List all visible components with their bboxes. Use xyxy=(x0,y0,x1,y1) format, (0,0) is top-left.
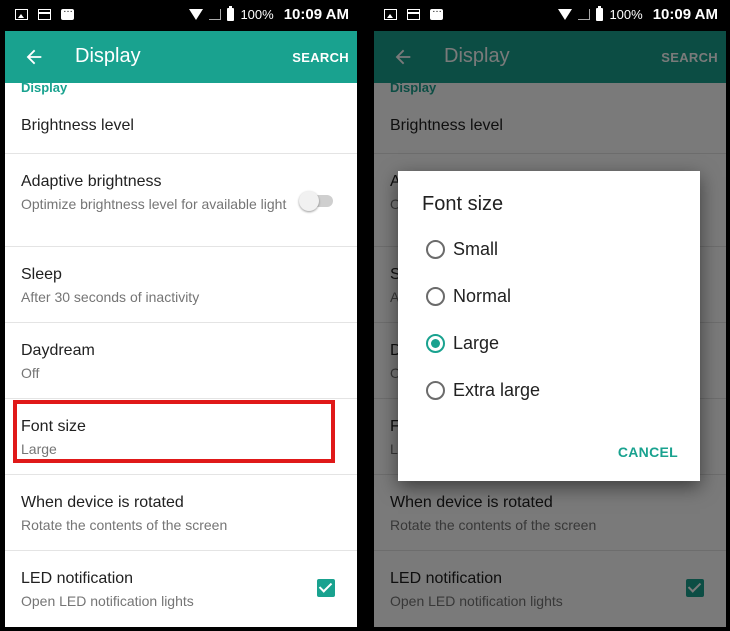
clock: 10:09 AM xyxy=(283,6,349,23)
calendar-notification-icon xyxy=(407,9,420,20)
setting-title: Daydream xyxy=(21,342,95,359)
setting-title: Adaptive brightness xyxy=(21,173,162,190)
setting-summary: Open LED notification lights xyxy=(21,593,194,609)
setting-summary: Optimize brightness level for available … xyxy=(21,196,287,212)
calendar-notification-icon xyxy=(38,9,51,20)
font-size-option-small[interactable]: Small xyxy=(426,234,498,264)
signal-icon xyxy=(209,9,222,20)
section-header: Display xyxy=(21,80,68,95)
app-bar: Display SEARCH xyxy=(5,31,357,83)
setting-summary: Rotate the contents of the screen xyxy=(21,517,228,533)
radio-button[interactable] xyxy=(426,239,445,259)
message-notification-icon xyxy=(430,4,443,20)
font-size-dialog: Font size Small Normal Large Extra large… xyxy=(398,171,700,481)
radio-button[interactable] xyxy=(426,286,445,306)
radio-button-selected[interactable] xyxy=(426,333,445,353)
option-label: Small xyxy=(453,238,499,259)
setting-summary: After 30 seconds of inactivity xyxy=(21,289,200,305)
setting-title: When device is rotated xyxy=(21,494,184,511)
font-size-option-extra-large[interactable]: Extra large xyxy=(426,375,540,405)
status-bar: 100% 10:09 AM xyxy=(5,0,357,31)
battery-percent: 100% xyxy=(240,7,274,22)
setting-daydream[interactable]: Daydream Off xyxy=(5,323,357,399)
settings-screen-left: 100% 10:09 AM Display SEARCH Display Bri… xyxy=(5,0,357,627)
search-button[interactable]: SEARCH xyxy=(292,50,349,65)
led-notification-checkbox[interactable] xyxy=(317,579,335,597)
setting-sleep[interactable]: Sleep After 30 seconds of inactivity xyxy=(5,247,357,323)
setting-title: LED notification xyxy=(21,570,134,587)
signal-icon xyxy=(578,9,591,20)
setting-title: Brightness level xyxy=(21,117,134,134)
battery-icon xyxy=(227,6,235,21)
toggle-thumb xyxy=(299,191,319,211)
gallery-notification-icon xyxy=(384,9,397,20)
wifi-icon xyxy=(189,9,204,20)
cancel-button[interactable]: CANCEL xyxy=(618,444,678,460)
page-title: Display xyxy=(75,45,141,67)
setting-device-rotation[interactable]: When device is rotated Rotate the conten… xyxy=(5,475,357,551)
setting-led-notification[interactable]: LED notification Open LED notification l… xyxy=(5,551,357,627)
settings-screen-right: 100% 10:09 AM Display SEARCH Display Bri… xyxy=(374,0,726,627)
font-size-highlight-box xyxy=(13,400,335,463)
font-size-option-normal[interactable]: Normal xyxy=(426,281,511,311)
gallery-notification-icon xyxy=(15,9,28,20)
radio-button[interactable] xyxy=(426,380,445,400)
message-notification-icon xyxy=(61,4,74,20)
font-size-option-large[interactable]: Large xyxy=(426,328,499,358)
battery-percent: 100% xyxy=(609,7,643,22)
setting-summary: Off xyxy=(21,365,40,381)
setting-title: Sleep xyxy=(21,266,62,283)
adaptive-brightness-toggle[interactable] xyxy=(299,191,333,211)
dialog-title: Font size xyxy=(422,193,504,215)
back-arrow-icon[interactable] xyxy=(23,46,45,68)
option-label: Large xyxy=(453,332,500,353)
setting-brightness-level[interactable]: Brightness level xyxy=(5,96,357,154)
setting-adaptive-brightness[interactable]: Adaptive brightness Optimize brightness … xyxy=(5,154,357,247)
wifi-icon xyxy=(558,9,573,20)
clock: 10:09 AM xyxy=(652,6,718,23)
option-label: Extra large xyxy=(453,379,541,400)
status-bar: 100% 10:09 AM xyxy=(374,0,726,31)
option-label: Normal xyxy=(453,285,512,306)
battery-icon xyxy=(596,6,604,21)
